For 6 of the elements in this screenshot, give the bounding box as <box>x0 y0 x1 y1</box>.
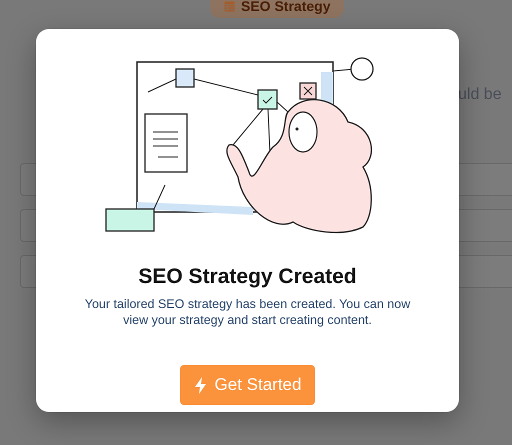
dialog-description: Your tailored SEO strategy has been created. You can now view your strategy and start creating content. <box>84 296 412 328</box>
dialog-title: SEO Strategy Created <box>138 265 357 289</box>
lightning-icon <box>194 376 207 394</box>
table-icon <box>224 0 235 12</box>
get-started-button[interactable]: Get Started <box>180 365 316 405</box>
seo-strategy-tab[interactable]: SEO Strategy <box>210 0 344 18</box>
